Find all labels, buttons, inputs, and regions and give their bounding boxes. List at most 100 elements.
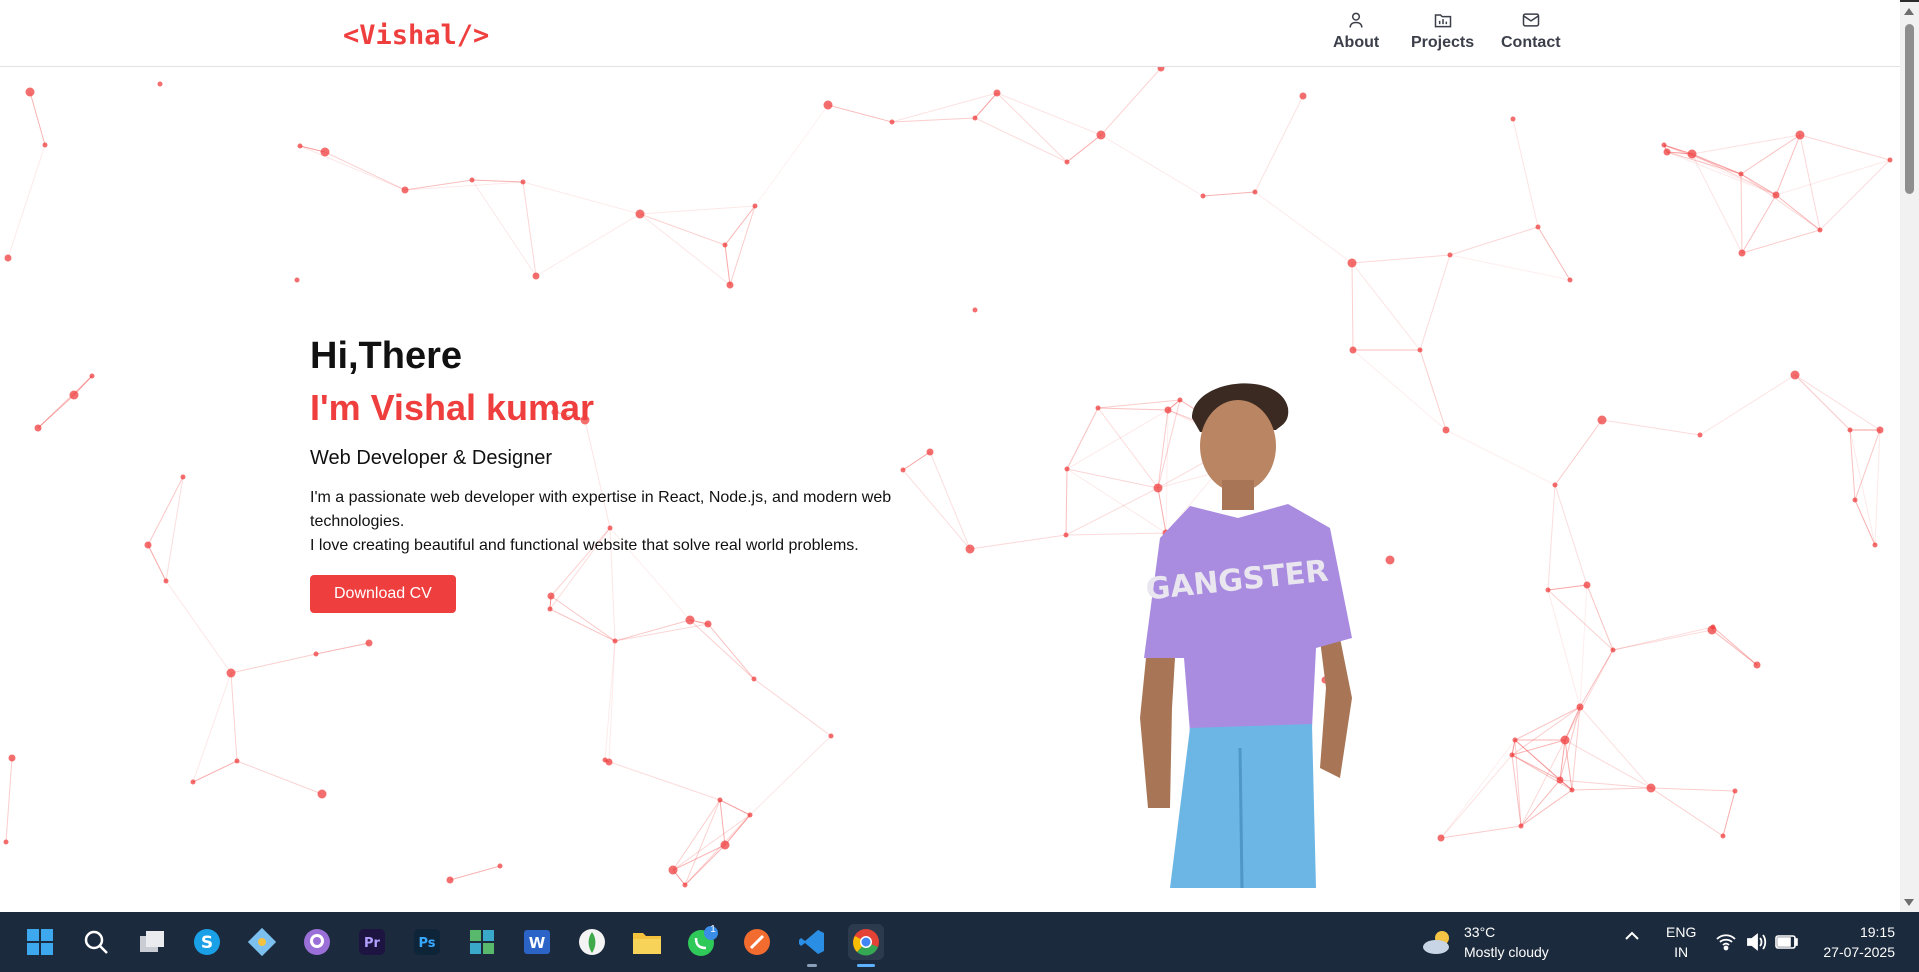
git-icon[interactable]: [244, 924, 280, 960]
network-edge: [1699, 374, 1796, 436]
widgets-icon[interactable]: [464, 924, 500, 960]
nav-about[interactable]: About: [1333, 10, 1379, 52]
postman-icon[interactable]: [739, 924, 775, 960]
network-edge: [165, 580, 232, 674]
network-node: [1795, 130, 1805, 140]
file-explorer-icon[interactable]: [629, 924, 665, 960]
network-node: [1732, 788, 1738, 794]
network-node: [1790, 370, 1800, 380]
network-edge: [7, 144, 46, 259]
network-edge: [672, 799, 721, 871]
network-node: [1687, 149, 1697, 159]
nav-contact[interactable]: Contact: [1501, 10, 1561, 52]
cloudy-weather-icon: [1423, 931, 1449, 954]
hero-name: I'm Vishal kumar: [310, 387, 595, 428]
chrome-icon[interactable]: [848, 924, 884, 960]
whatsapp-badge: 1: [710, 924, 716, 935]
network-edge: [1794, 374, 1881, 431]
scroll-up-arrow-icon[interactable]: [1904, 8, 1914, 15]
network-node: [317, 789, 327, 799]
network-edge: [1740, 134, 1801, 175]
network-edge: [192, 672, 232, 783]
clock-time: 19:15: [1859, 924, 1895, 940]
network-edge: [1564, 739, 1652, 789]
network-edge: [1554, 419, 1603, 486]
search-icon[interactable]: [78, 924, 114, 960]
network-edge: [147, 544, 167, 582]
network-edge: [1445, 429, 1556, 486]
network-node: [635, 209, 645, 219]
vertical-scrollbar[interactable]: [1900, 2, 1919, 912]
network-node: [1252, 189, 1258, 195]
network-edge: [1874, 429, 1881, 546]
hero-role: Web Developer & Designer: [310, 447, 552, 469]
network-node: [157, 81, 163, 87]
network-edge: [1559, 779, 1652, 789]
weather-widget[interactable]: 33°C Mostly cloudy: [1420, 922, 1549, 962]
network-node: [234, 758, 240, 764]
clock[interactable]: 19:15 27-07-2025: [1815, 922, 1895, 962]
network-edge: [1449, 254, 1571, 281]
start-icon[interactable]: [22, 924, 58, 960]
network-edge: [719, 799, 726, 846]
network-edge: [1514, 706, 1581, 741]
network-node: [294, 277, 300, 283]
network-node: [1852, 497, 1858, 503]
network-edge: [1554, 484, 1588, 586]
chevron-up-icon[interactable]: [1622, 926, 1642, 946]
task-view-icon[interactable]: [134, 924, 170, 960]
battery-icon[interactable]: [1775, 934, 1799, 950]
language-code: ENG: [1666, 924, 1697, 940]
network-edge: [969, 534, 1067, 550]
network-node: [682, 882, 688, 888]
site-logo[interactable]: <Vishal/>: [343, 20, 489, 51]
mongodb-icon[interactable]: [574, 924, 610, 960]
network-node: [1720, 833, 1726, 839]
svg-text:Pr: Pr: [364, 936, 381, 951]
network-node: [752, 203, 758, 209]
skype-icon[interactable]: S: [189, 924, 225, 960]
network-edge: [1440, 825, 1522, 839]
network-edge: [729, 205, 756, 286]
premiere-icon[interactable]: Pr: [354, 924, 390, 960]
network-node: [365, 639, 373, 647]
volume-icon[interactable]: [1745, 932, 1767, 952]
network-node: [1437, 834, 1445, 842]
whatsapp-icon[interactable]: 1: [684, 924, 720, 960]
network-node: [1417, 347, 1423, 353]
github-icon[interactable]: [299, 924, 335, 960]
network-edge: [1722, 790, 1736, 837]
vscode-icon[interactable]: [794, 924, 830, 960]
network-edge: [1547, 484, 1556, 591]
network-node: [965, 544, 975, 554]
network-edge: [1254, 191, 1353, 264]
network-node: [190, 779, 196, 785]
download-cv-button[interactable]: Download CV: [310, 575, 456, 613]
network-edge: [1547, 584, 1588, 591]
network-edge: [5, 757, 13, 843]
network-edge: [1547, 589, 1614, 651]
network-edge: [684, 799, 721, 886]
photoshop-icon[interactable]: Ps: [409, 924, 445, 960]
svg-text:S: S: [201, 933, 213, 953]
network-edge: [1691, 153, 1777, 196]
scroll-thumb[interactable]: [1905, 24, 1914, 194]
language-indicator[interactable]: ENG IN: [1666, 922, 1696, 962]
wifi-icon[interactable]: [1715, 932, 1737, 952]
network-node: [313, 651, 319, 657]
network-node: [1876, 426, 1884, 434]
network-edge: [1712, 626, 1758, 666]
word-icon[interactable]: W: [519, 924, 555, 960]
network-node: [1567, 277, 1573, 283]
network-edge: [1100, 134, 1204, 197]
network-node: [726, 281, 734, 289]
network-edge: [724, 205, 756, 246]
network-edge: [1512, 118, 1539, 228]
nav-projects[interactable]: Projects: [1411, 10, 1474, 52]
network-node: [1738, 249, 1746, 257]
network-edge: [1449, 226, 1539, 256]
network-node: [497, 863, 503, 869]
network-edge: [753, 678, 832, 737]
scroll-down-arrow-icon[interactable]: [1904, 899, 1914, 906]
network-edge: [1351, 262, 1421, 351]
